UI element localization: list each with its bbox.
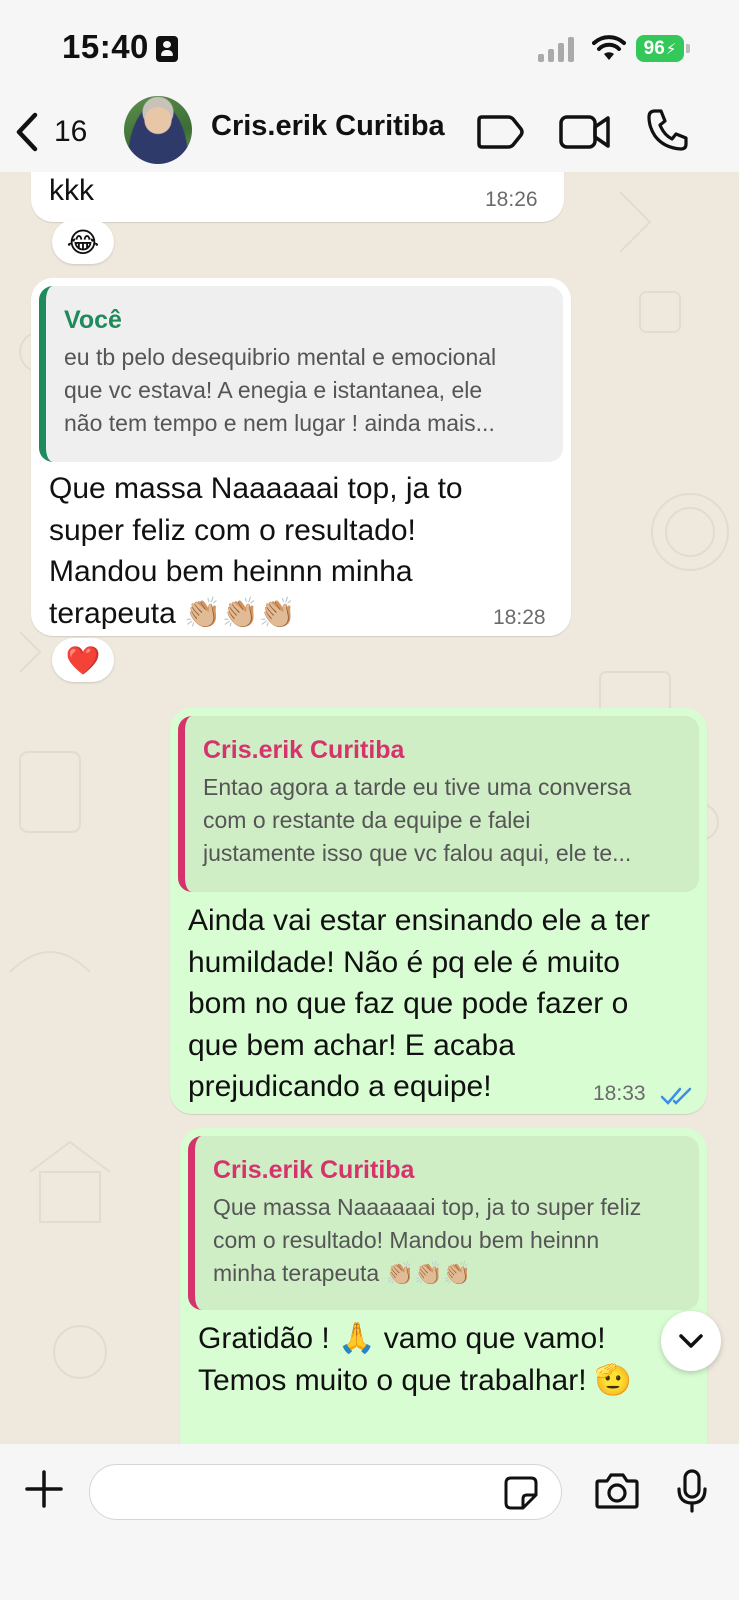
chat-area[interactable]: kkk 18:26 😂 Você eu tb pelo desequibrio … — [0, 172, 739, 1444]
avatar[interactable] — [124, 96, 192, 164]
id-card-icon — [156, 36, 178, 62]
message-time: 18:26 — [485, 188, 538, 211]
status-time: 15:40 — [62, 28, 149, 65]
chevron-down-icon — [679, 1334, 703, 1348]
label-icon[interactable] — [476, 114, 524, 150]
attach-plus-icon[interactable] — [24, 1469, 64, 1509]
chevron-left-icon — [16, 112, 38, 152]
battery-indicator: 96 ⚡ — [636, 35, 684, 62]
message-time: 18:28 — [493, 606, 546, 629]
heart-emoji: ❤️ — [65, 643, 101, 677]
message-text: Que massa Naaaaaai top, ja to super feli… — [49, 472, 463, 630]
charging-bolt-icon: ⚡ — [665, 40, 677, 58]
message-text: kkk — [49, 174, 94, 207]
battery-tip — [686, 44, 690, 53]
status-bar: 15:40 96 ⚡ — [0, 0, 739, 92]
quote-text: Entao agora a tarde eu tive uma conversa… — [203, 774, 632, 866]
input-bar — [0, 1444, 739, 1600]
microphone-icon[interactable] — [675, 1468, 709, 1514]
reaction-badge[interactable]: ❤️ — [52, 638, 114, 682]
quote-text: eu tb pelo desequibrio mental e emociona… — [64, 344, 497, 436]
wifi-icon — [592, 35, 626, 60]
chat-header: 16 Cris.erik Curitiba — [0, 92, 739, 172]
camera-icon[interactable] — [594, 1471, 640, 1511]
read-receipt-icon — [660, 1087, 692, 1105]
message-bubble[interactable]: kkk 18:26 — [31, 172, 564, 222]
message-text: Gratidão ! 🙏 vamo que vamo! Temos muito … — [198, 1322, 633, 1397]
message-text: Ainda vai estar ensinando ele a ter humi… — [188, 904, 650, 1103]
cellular-signal-icon — [538, 36, 578, 62]
quoted-message[interactable]: Cris.erik Curitiba Entao agora a tarde e… — [178, 716, 699, 892]
unread-count: 16 — [54, 115, 88, 148]
quote-author: Cris.erik Curitiba — [213, 1156, 415, 1184]
message-bubble[interactable]: Você eu tb pelo desequibrio mental e emo… — [31, 278, 571, 636]
message-bubble[interactable]: Cris.erik Curitiba Que massa Naaaaaai to… — [180, 1128, 707, 1444]
battery-level: 96 — [643, 37, 665, 59]
back-button[interactable]: 16 — [14, 107, 102, 157]
reaction-badge[interactable]: 😂 — [52, 220, 114, 264]
quote-text: Que massa Naaaaaai top, ja to super feli… — [213, 1194, 642, 1286]
message-time: 18:33 — [593, 1082, 646, 1105]
contact-name[interactable]: Cris.erik Curitiba — [211, 110, 445, 143]
message-bubble[interactable]: Cris.erik Curitiba Entao agora a tarde e… — [170, 708, 707, 1114]
sticker-icon[interactable] — [503, 1475, 539, 1511]
quoted-message[interactable]: Você eu tb pelo desequibrio mental e emo… — [39, 286, 563, 462]
phone-icon[interactable] — [646, 108, 688, 152]
quote-author: Cris.erik Curitiba — [203, 736, 405, 764]
quote-author: Você — [64, 306, 122, 334]
laughing-emoji: 😂 — [66, 225, 100, 259]
scroll-to-bottom-button[interactable] — [661, 1311, 721, 1371]
message-input[interactable] — [89, 1464, 562, 1520]
quoted-message[interactable]: Cris.erik Curitiba Que massa Naaaaaai to… — [188, 1136, 699, 1310]
video-call-icon[interactable] — [558, 112, 612, 152]
